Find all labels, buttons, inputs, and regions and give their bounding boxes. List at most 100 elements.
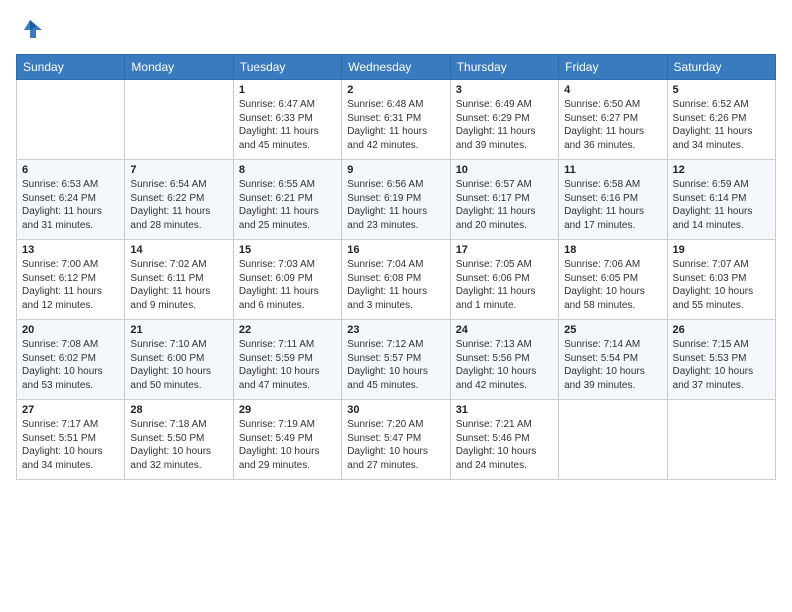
calendar-cell: 21 Sunrise: 7:10 AMSunset: 6:00 PMDayligh…	[125, 320, 233, 400]
cell-day-number: 17	[456, 244, 553, 256]
cell-day-number: 1	[239, 84, 336, 96]
cell-sun-info: Sunrise: 6:56 AMSunset: 6:19 PMDaylight:…	[347, 178, 444, 232]
calendar-cell: 26 Sunrise: 7:15 AMSunset: 5:53 PMDayligh…	[667, 320, 775, 400]
cell-sun-info: Sunrise: 6:53 AMSunset: 6:24 PMDaylight:…	[22, 178, 119, 232]
cell-sun-info: Sunrise: 6:55 AMSunset: 6:21 PMDaylight:…	[239, 178, 336, 232]
cell-day-number: 3	[456, 84, 553, 96]
calendar-cell: 28 Sunrise: 7:18 AMSunset: 5:50 PMDayligh…	[125, 400, 233, 480]
cell-day-number: 29	[239, 404, 336, 416]
calendar-week-row: 20 Sunrise: 7:08 AMSunset: 6:02 PMDayligh…	[17, 320, 776, 400]
logo	[16, 16, 48, 44]
calendar-cell: 22 Sunrise: 7:11 AMSunset: 5:59 PMDayligh…	[233, 320, 341, 400]
calendar-cell: 1 Sunrise: 6:47 AMSunset: 6:33 PMDaylight…	[233, 80, 341, 160]
calendar-week-row: 1 Sunrise: 6:47 AMSunset: 6:33 PMDaylight…	[17, 80, 776, 160]
calendar-cell: 9 Sunrise: 6:56 AMSunset: 6:19 PMDaylight…	[342, 160, 450, 240]
cell-day-number: 6	[22, 164, 119, 176]
cell-sun-info: Sunrise: 7:04 AMSunset: 6:08 PMDaylight:…	[347, 258, 444, 312]
cell-sun-info: Sunrise: 7:06 AMSunset: 6:05 PMDaylight:…	[564, 258, 661, 312]
calendar-cell: 30 Sunrise: 7:20 AMSunset: 5:47 PMDayligh…	[342, 400, 450, 480]
calendar-cell: 3 Sunrise: 6:49 AMSunset: 6:29 PMDaylight…	[450, 80, 558, 160]
cell-day-number: 16	[347, 244, 444, 256]
cell-day-number: 21	[130, 324, 227, 336]
calendar-header-row: SundayMondayTuesdayWednesdayThursdayFrid…	[17, 55, 776, 80]
cell-sun-info: Sunrise: 6:48 AMSunset: 6:31 PMDaylight:…	[347, 98, 444, 152]
day-of-week-header: Saturday	[667, 55, 775, 80]
calendar-cell: 11 Sunrise: 6:58 AMSunset: 6:16 PMDayligh…	[559, 160, 667, 240]
page-header	[16, 16, 776, 44]
cell-day-number: 30	[347, 404, 444, 416]
cell-sun-info: Sunrise: 7:15 AMSunset: 5:53 PMDaylight:…	[673, 338, 770, 392]
cell-day-number: 2	[347, 84, 444, 96]
calendar-cell: 4 Sunrise: 6:50 AMSunset: 6:27 PMDaylight…	[559, 80, 667, 160]
calendar-cell	[125, 80, 233, 160]
cell-sun-info: Sunrise: 6:47 AMSunset: 6:33 PMDaylight:…	[239, 98, 336, 152]
day-of-week-header: Thursday	[450, 55, 558, 80]
cell-day-number: 18	[564, 244, 661, 256]
cell-sun-info: Sunrise: 6:58 AMSunset: 6:16 PMDaylight:…	[564, 178, 661, 232]
calendar-cell: 19 Sunrise: 7:07 AMSunset: 6:03 PMDayligh…	[667, 240, 775, 320]
calendar-table: SundayMondayTuesdayWednesdayThursdayFrid…	[16, 54, 776, 480]
cell-day-number: 10	[456, 164, 553, 176]
calendar-cell: 18 Sunrise: 7:06 AMSunset: 6:05 PMDayligh…	[559, 240, 667, 320]
cell-sun-info: Sunrise: 7:02 AMSunset: 6:11 PMDaylight:…	[130, 258, 227, 312]
cell-day-number: 7	[130, 164, 227, 176]
cell-day-number: 20	[22, 324, 119, 336]
logo-icon	[16, 16, 44, 44]
cell-sun-info: Sunrise: 7:12 AMSunset: 5:57 PMDaylight:…	[347, 338, 444, 392]
calendar-week-row: 27Sunrise: 7:17 AMSunset: 5:51 PMDayligh…	[17, 400, 776, 480]
day-of-week-header: Tuesday	[233, 55, 341, 80]
day-of-week-header: Monday	[125, 55, 233, 80]
cell-sun-info: Sunrise: 7:03 AMSunset: 6:09 PMDaylight:…	[239, 258, 336, 312]
day-of-week-header: Wednesday	[342, 55, 450, 80]
cell-sun-info: Sunrise: 7:20 AMSunset: 5:47 PMDaylight:…	[347, 418, 444, 472]
calendar-cell: 27Sunrise: 7:17 AMSunset: 5:51 PMDayligh…	[17, 400, 125, 480]
calendar-cell: 29 Sunrise: 7:19 AMSunset: 5:49 PMDayligh…	[233, 400, 341, 480]
cell-day-number: 11	[564, 164, 661, 176]
cell-day-number: 4	[564, 84, 661, 96]
calendar-week-row: 13Sunrise: 7:00 AMSunset: 6:12 PMDayligh…	[17, 240, 776, 320]
cell-sun-info: Sunrise: 6:52 AMSunset: 6:26 PMDaylight:…	[673, 98, 770, 152]
cell-day-number: 25	[564, 324, 661, 336]
calendar-cell: 5 Sunrise: 6:52 AMSunset: 6:26 PMDaylight…	[667, 80, 775, 160]
cell-day-number: 28	[130, 404, 227, 416]
calendar-week-row: 6 Sunrise: 6:53 AMSunset: 6:24 PMDaylight…	[17, 160, 776, 240]
cell-sun-info: Sunrise: 7:08 AMSunset: 6:02 PMDaylight:…	[22, 338, 119, 392]
calendar-cell: 15 Sunrise: 7:03 AMSunset: 6:09 PMDayligh…	[233, 240, 341, 320]
cell-day-number: 12	[673, 164, 770, 176]
cell-day-number: 19	[673, 244, 770, 256]
calendar-cell: 8Sunrise: 6:55 AMSunset: 6:21 PMDaylight…	[233, 160, 341, 240]
calendar-cell: 17Sunrise: 7:05 AMSunset: 6:06 PMDayligh…	[450, 240, 558, 320]
cell-sun-info: Sunrise: 7:14 AMSunset: 5:54 PMDaylight:…	[564, 338, 661, 392]
cell-day-number: 14	[130, 244, 227, 256]
calendar-cell	[559, 400, 667, 480]
calendar-cell: 14 Sunrise: 7:02 AMSunset: 6:11 PMDayligh…	[125, 240, 233, 320]
cell-sun-info: Sunrise: 6:59 AMSunset: 6:14 PMDaylight:…	[673, 178, 770, 232]
calendar-cell: 20 Sunrise: 7:08 AMSunset: 6:02 PMDayligh…	[17, 320, 125, 400]
cell-sun-info: Sunrise: 7:19 AMSunset: 5:49 PMDaylight:…	[239, 418, 336, 472]
cell-day-number: 22	[239, 324, 336, 336]
day-of-week-header: Friday	[559, 55, 667, 80]
calendar-cell	[17, 80, 125, 160]
cell-sun-info: Sunrise: 6:54 AMSunset: 6:22 PMDaylight:…	[130, 178, 227, 232]
calendar-cell: 16 Sunrise: 7:04 AMSunset: 6:08 PMDayligh…	[342, 240, 450, 320]
calendar-cell: 7 Sunrise: 6:54 AMSunset: 6:22 PMDaylight…	[125, 160, 233, 240]
cell-day-number: 31	[456, 404, 553, 416]
cell-sun-info: Sunrise: 7:18 AMSunset: 5:50 PMDaylight:…	[130, 418, 227, 472]
cell-sun-info: Sunrise: 7:11 AMSunset: 5:59 PMDaylight:…	[239, 338, 336, 392]
cell-sun-info: Sunrise: 6:49 AMSunset: 6:29 PMDaylight:…	[456, 98, 553, 152]
calendar-cell: 31 Sunrise: 7:21 AMSunset: 5:46 PMDayligh…	[450, 400, 558, 480]
cell-day-number: 9	[347, 164, 444, 176]
calendar-cell	[667, 400, 775, 480]
calendar-cell: 25 Sunrise: 7:14 AMSunset: 5:54 PMDayligh…	[559, 320, 667, 400]
cell-day-number: 15	[239, 244, 336, 256]
cell-day-number: 5	[673, 84, 770, 96]
cell-day-number: 26	[673, 324, 770, 336]
cell-sun-info: Sunrise: 6:50 AMSunset: 6:27 PMDaylight:…	[564, 98, 661, 152]
day-of-week-header: Sunday	[17, 55, 125, 80]
cell-sun-info: Sunrise: 7:21 AMSunset: 5:46 PMDaylight:…	[456, 418, 553, 472]
cell-sun-info: Sunrise: 7:10 AMSunset: 6:00 PMDaylight:…	[130, 338, 227, 392]
cell-sun-info: Sunrise: 7:07 AMSunset: 6:03 PMDaylight:…	[673, 258, 770, 312]
cell-sun-info: Sunrise: 7:00 AMSunset: 6:12 PMDaylight:…	[22, 258, 119, 312]
calendar-cell: 6 Sunrise: 6:53 AMSunset: 6:24 PMDaylight…	[17, 160, 125, 240]
calendar-cell: 10Sunrise: 6:57 AMSunset: 6:17 PMDayligh…	[450, 160, 558, 240]
